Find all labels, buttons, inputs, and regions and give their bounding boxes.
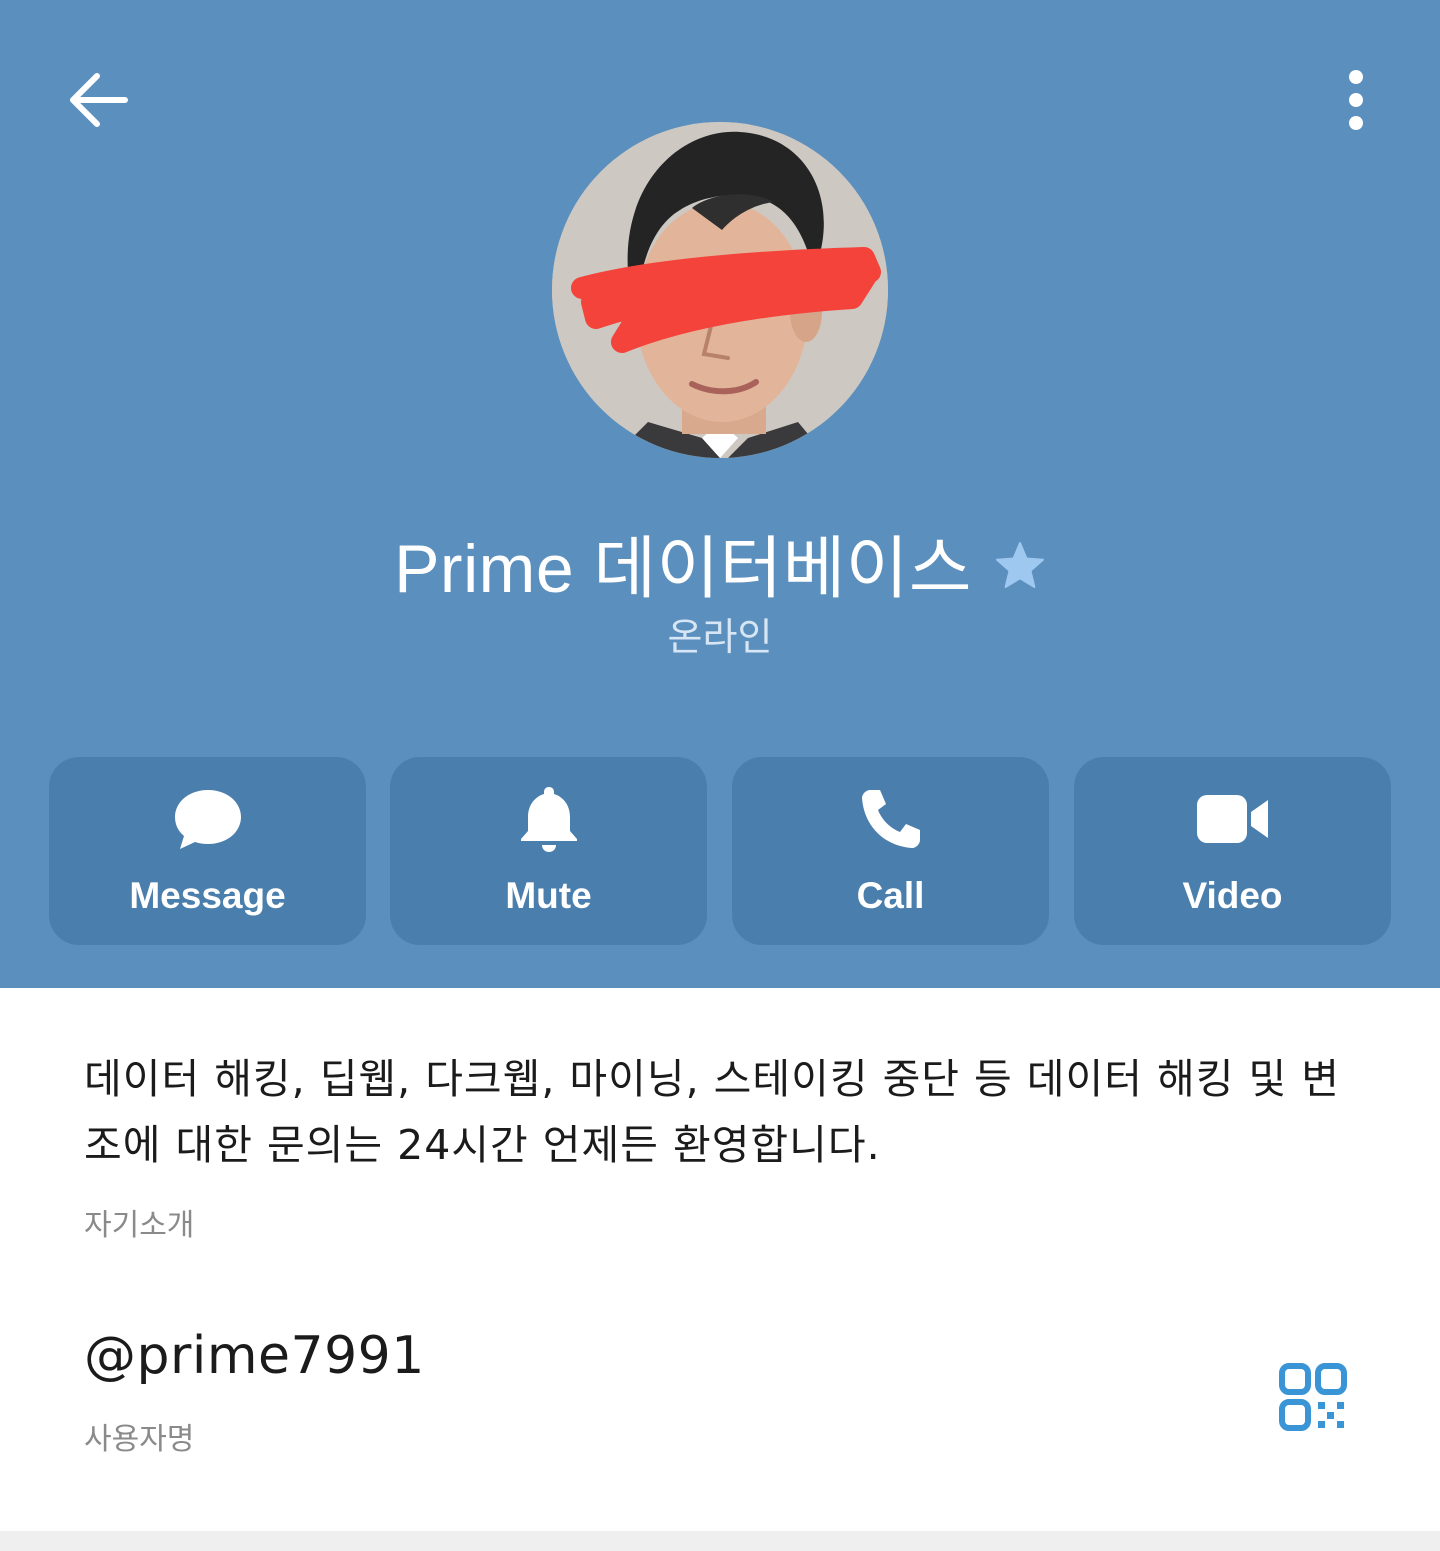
bio-caption: 자기소개 — [84, 1208, 195, 1243]
arrow-left-icon — [70, 73, 128, 127]
action-buttons: Message Mute Call Video — [49, 757, 1391, 945]
video-label: Video — [1182, 875, 1283, 916]
call-button[interactable]: Call — [732, 757, 1049, 945]
star-icon[interactable] — [994, 540, 1046, 592]
video-button[interactable]: Video — [1074, 757, 1391, 945]
bio-text[interactable]: 데이터 해킹, 딥웹, 다크웹, 마이닝, 스테이킹 중단 등 데이터 해킹 및… — [84, 1046, 1356, 1178]
profile-name-row: Prime 데이터베이스 — [0, 512, 1440, 612]
qr-code-icon — [1279, 1363, 1347, 1431]
mute-button[interactable]: Mute — [390, 757, 707, 945]
username[interactable]: @prime7991 — [84, 1326, 425, 1386]
video-camera-icon — [1196, 795, 1268, 843]
call-label: Call — [856, 875, 925, 916]
section-divider — [0, 1531, 1440, 1551]
chat-bubble-icon — [174, 790, 241, 849]
profile-avatar[interactable] — [552, 122, 888, 458]
more-vertical-icon — [1349, 70, 1363, 130]
message-button[interactable]: Message — [49, 757, 366, 945]
qr-code-button[interactable] — [1272, 1358, 1356, 1442]
profile-header: Prime 데이터베이스 온라인 Message Mute Call Video — [0, 0, 1440, 988]
mute-label: Mute — [505, 875, 592, 916]
profile-name: Prime 데이터베이스 — [394, 530, 972, 607]
message-label: Message — [129, 875, 286, 916]
phone-icon — [861, 790, 920, 848]
bell-icon — [520, 787, 577, 852]
more-menu-button[interactable] — [1316, 58, 1396, 142]
back-button[interactable] — [56, 58, 140, 142]
online-status: 온라인 — [667, 615, 773, 659]
avatar-photo — [552, 122, 888, 458]
username-caption: 사용자명 — [84, 1422, 195, 1457]
